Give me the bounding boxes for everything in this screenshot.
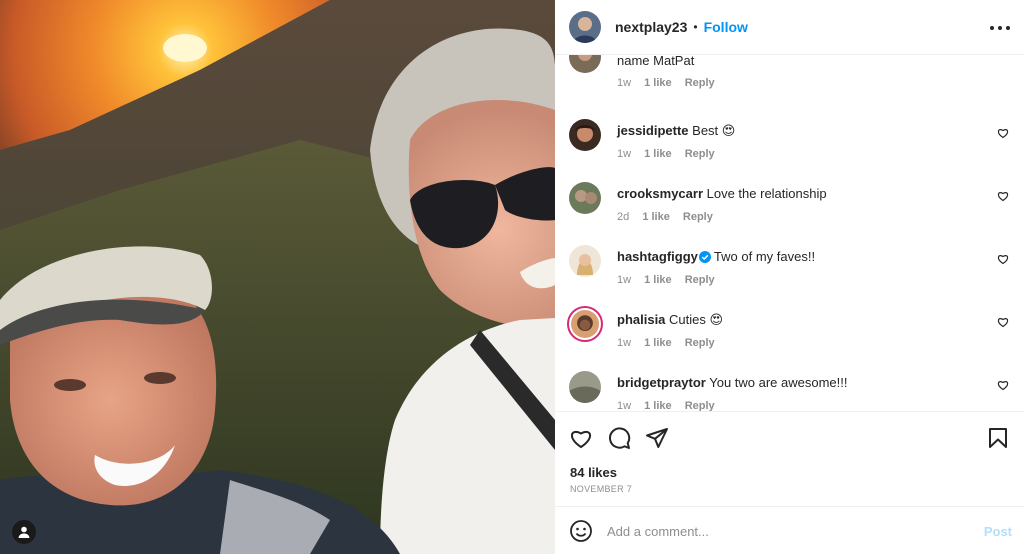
comment-body: Love the relationship	[706, 186, 827, 201]
post-photo[interactable]	[0, 0, 555, 554]
heart-icon[interactable]	[569, 426, 593, 450]
post-date: NOVEMBER 7	[570, 484, 633, 494]
post-comment-button[interactable]: Post	[984, 524, 1012, 539]
comment-time: 1w	[617, 77, 632, 89]
heart-icon[interactable]	[997, 253, 1009, 265]
action-icon-row	[569, 426, 683, 450]
comment-meta: 1w 1 like Reply	[617, 400, 725, 411]
commenter-username[interactable]: hashtagfiggy	[617, 249, 698, 264]
comment-body: You two are awesome!!!	[709, 375, 848, 390]
comment-list[interactable]: name MatPat 1w 1 like Reply jessidipette…	[555, 55, 1024, 411]
separator-dot: •	[693, 20, 698, 34]
heart-icon[interactable]	[997, 316, 1009, 328]
author-avatar[interactable]	[569, 11, 601, 43]
follow-button[interactable]: Follow	[704, 19, 748, 35]
comment-like-count[interactable]: 1 like	[644, 400, 672, 411]
commenter-avatar[interactable]	[569, 119, 601, 151]
comment-body: Best 😍	[692, 123, 736, 138]
commenter-avatar-story-ring[interactable]	[567, 306, 603, 342]
commenter-avatar[interactable]	[569, 182, 601, 214]
reply-button[interactable]: Reply	[685, 400, 715, 411]
comment-time: 1w	[617, 148, 632, 160]
comment-like-count[interactable]: 1 like	[644, 148, 672, 160]
heart-icon[interactable]	[997, 190, 1009, 202]
comment-text: jessidipette Best 😍	[617, 123, 735, 139]
comment-time: 2d	[617, 211, 630, 223]
smiley-icon[interactable]	[569, 519, 593, 543]
commenter-avatar[interactable]	[569, 245, 601, 277]
post-details-panel: nextplay23 • Follow name MatPat 1w 1 lik…	[555, 0, 1024, 554]
comment-meta: 1w 1 like Reply	[617, 148, 725, 160]
author-username[interactable]: nextplay23	[615, 19, 687, 35]
reply-button[interactable]: Reply	[685, 337, 715, 349]
add-comment-input[interactable]	[607, 519, 967, 543]
commenter-username[interactable]: phalisia	[617, 312, 665, 327]
commenter-username[interactable]: bridgetpraytor	[617, 375, 706, 390]
comment-body: Two of my faves!!	[713, 249, 816, 264]
comment-text: name MatPat	[617, 55, 695, 68]
commenter-avatar[interactable]	[569, 55, 601, 73]
heart-icon[interactable]	[997, 127, 1009, 139]
comment-text: crooksmycarr Love the relationship	[617, 186, 827, 201]
more-horizontal-icon[interactable]	[990, 18, 1010, 38]
comment-item: name MatPat 1w 1 like Reply	[569, 55, 1009, 101]
comment-text: phalisia Cuties 😍	[617, 312, 723, 328]
reply-button[interactable]: Reply	[685, 77, 715, 89]
comment-item: bridgetpraytor You two are awesome!!! 1w…	[569, 371, 1009, 411]
heart-icon[interactable]	[997, 379, 1009, 391]
comment-item: phalisia Cuties 😍 1w 1 like Reply	[567, 306, 1009, 368]
comment-time: 1w	[617, 337, 632, 349]
verified-badge-icon	[698, 251, 711, 263]
comment-time: 1w	[617, 400, 632, 411]
selfie-sunset-photo	[0, 0, 555, 554]
paper-plane-icon[interactable]	[645, 426, 669, 450]
user-tag-icon[interactable]	[12, 520, 36, 544]
comment-like-count[interactable]: 1 like	[644, 77, 672, 89]
comment-text: hashtagfiggy Two of my faves!!	[617, 249, 815, 264]
comment-bubble-icon[interactable]	[607, 426, 631, 450]
commenter-username[interactable]: jessidipette	[617, 123, 689, 138]
reply-button[interactable]: Reply	[683, 211, 713, 223]
comment-time: 1w	[617, 274, 632, 286]
comment-item: hashtagfiggy Two of my faves!! 1w 1 like …	[569, 245, 1009, 305]
post-header: nextplay23 • Follow	[555, 0, 1024, 55]
reply-button[interactable]: Reply	[685, 274, 715, 286]
comment-like-count[interactable]: 1 like	[642, 211, 670, 223]
comment-text: bridgetpraytor You two are awesome!!!	[617, 375, 848, 390]
comment-body: Cuties 😍	[669, 312, 724, 327]
comment-item: jessidipette Best 😍 1w 1 like Reply	[569, 119, 1009, 179]
comment-meta: 2d 1 like Reply	[617, 211, 723, 223]
reply-button[interactable]: Reply	[685, 148, 715, 160]
bookmark-icon[interactable]	[986, 426, 1010, 450]
comment-composer: Post	[555, 506, 1024, 554]
commenter-avatar[interactable]	[569, 371, 601, 403]
comment-like-count[interactable]: 1 like	[644, 337, 672, 349]
comment-like-count[interactable]: 1 like	[644, 274, 672, 286]
comment-item: crooksmycarr Love the relationship 2d 1 …	[569, 182, 1009, 242]
comment-meta: 1w 1 like Reply	[617, 337, 725, 349]
comment-meta: 1w 1 like Reply	[617, 77, 725, 89]
comment-meta: 1w 1 like Reply	[617, 274, 725, 286]
post-actions: 84 likes NOVEMBER 7	[555, 411, 1024, 506]
like-count[interactable]: 84 likes	[570, 465, 617, 480]
commenter-username[interactable]: crooksmycarr	[617, 186, 703, 201]
